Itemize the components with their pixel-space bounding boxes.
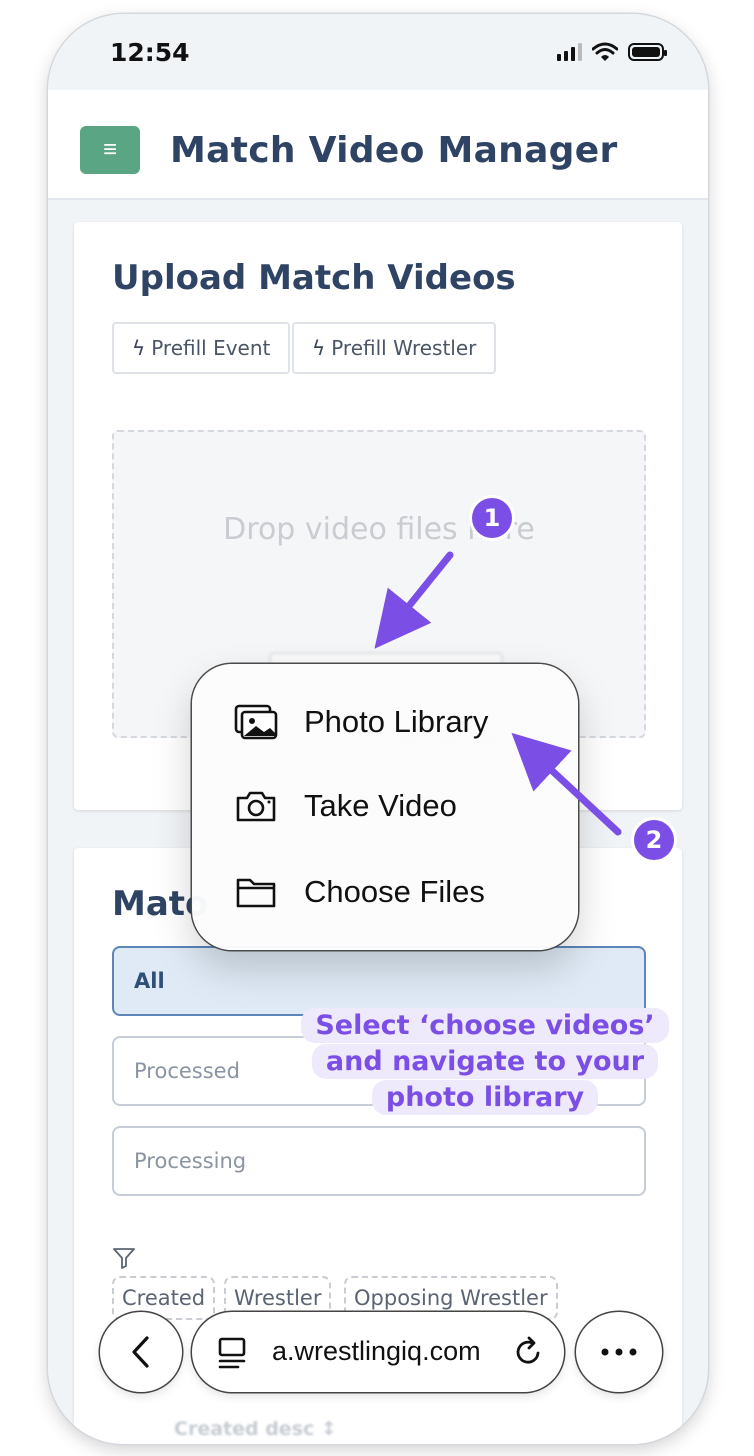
browser-more-button[interactable] <box>576 1312 662 1392</box>
filter-processing[interactable]: Processing <box>112 1126 646 1196</box>
callout-line-3: photo library <box>371 1080 599 1115</box>
menu-item-label: Take Video <box>304 788 457 823</box>
drop-text: Drop video files here <box>223 512 535 547</box>
prefill-event-label: Prefill Event <box>151 336 271 360</box>
filter-funnel-icon[interactable] <box>112 1246 136 1270</box>
status-time: 12:54 <box>110 38 190 67</box>
photo-library-icon <box>234 704 278 740</box>
upload-title: Upload Match Videos <box>112 258 516 298</box>
menu-item-label: Choose Files <box>304 874 485 909</box>
menu-item-photo-library[interactable]: Photo Library <box>234 704 488 740</box>
prefill-wrestler-button[interactable]: ϟ Prefill Wrestler <box>292 322 497 374</box>
browser-back-button[interactable] <box>100 1312 182 1392</box>
step-badge-2: 2 <box>634 820 674 860</box>
menu-item-label: Photo Library <box>304 704 489 739</box>
filter-all[interactable]: All <box>112 946 646 1016</box>
callout-line-2: and navigate to your <box>311 1044 659 1079</box>
browser-url-bar[interactable]: a.wrestlingiq.com <box>192 1312 564 1392</box>
file-source-popover: Photo Library Take Video Choose Files <box>192 664 578 950</box>
prefill-wrestler-label: Prefill Wrestler <box>331 336 477 360</box>
app-title: Match Video Manager <box>170 130 618 171</box>
instruction-callout: Select ‘choose videos’ and navigate to y… <box>300 1008 670 1116</box>
browser-url-text: a.wrestlingiq.com <box>272 1336 481 1366</box>
app-header: ≡ Match Video Manager <box>48 90 708 200</box>
hamburger-menu-button[interactable]: ≡ <box>80 126 140 174</box>
step-badge-1: 1 <box>472 498 512 538</box>
wifi-icon <box>592 42 618 61</box>
battery-icon <box>628 43 667 61</box>
sort-label[interactable]: Created desc ↕ <box>174 1418 337 1440</box>
callout-line-1: Select ‘choose videos’ <box>301 1008 669 1043</box>
bolt-icon: ϟ <box>132 336 146 360</box>
more-dots-icon <box>601 1348 637 1356</box>
bolt-icon: ϟ <box>312 336 326 360</box>
prefill-event-button[interactable]: ϟ Prefill Event <box>112 322 291 374</box>
status-icons <box>557 42 667 62</box>
chevron-left-icon <box>132 1336 149 1368</box>
menu-item-take-video[interactable]: Take Video <box>234 788 457 824</box>
camera-icon <box>236 791 276 822</box>
folder-icon <box>236 878 276 908</box>
signal-icon <box>557 43 582 61</box>
tab-overview-icon <box>218 1337 246 1369</box>
status-bar: 12:54 <box>48 14 708 90</box>
menu-item-choose-files[interactable]: Choose Files <box>234 874 485 910</box>
reload-icon[interactable] <box>512 1336 544 1368</box>
